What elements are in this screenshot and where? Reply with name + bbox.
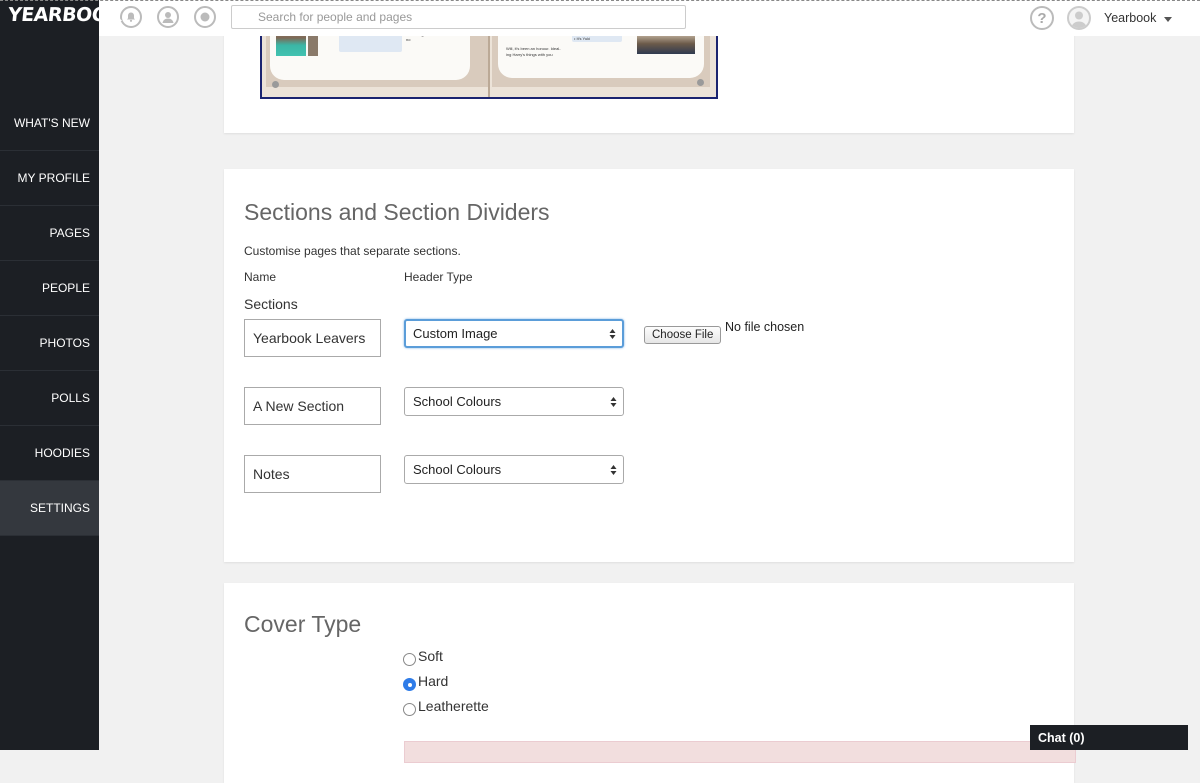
sidebar-item-polls[interactable]: POLLS — [0, 371, 99, 426]
radio-button[interactable] — [403, 653, 416, 666]
file-status-text: No file chosen — [725, 320, 805, 334]
section-name-input[interactable] — [244, 387, 381, 425]
select-arrows-icon — [610, 396, 617, 407]
header-type-select[interactable]: Custom Image — [404, 319, 624, 348]
choose-file-button[interactable]: Choose File — [644, 326, 722, 344]
section-name-input[interactable] — [244, 319, 381, 357]
section-name-input[interactable] — [244, 455, 381, 493]
cover-type-card: Cover Type Soft Hard Leatherette — [224, 583, 1076, 783]
help-icon[interactable]: ? — [1030, 6, 1054, 30]
radio-label: Hard — [418, 673, 449, 689]
sidebar-item-pages[interactable]: PAGES — [0, 206, 99, 261]
sidebar: YEARBOOK WHAT'S NEW MY PROFILE PAGES PEO… — [0, 0, 123, 750]
header-type-select[interactable]: School Colours — [404, 387, 624, 416]
user-avatar-icon[interactable] — [1067, 6, 1091, 30]
sections-group-label: Sections — [244, 296, 298, 312]
select-arrows-icon — [609, 328, 616, 339]
radio-label: Soft — [418, 648, 443, 664]
sidebar-nav: WHAT'S NEW MY PROFILE PAGES PEOPLE PHOTO… — [0, 96, 99, 536]
top-header: ? Yearbook — [99, 0, 1200, 36]
cover-type-title: Cover Type — [244, 611, 362, 637]
radio-button-checked[interactable] — [403, 678, 416, 691]
radio-button[interactable] — [403, 703, 416, 716]
chat-tab[interactable]: Chat (0) — [1030, 725, 1188, 750]
cover-option-leatherette[interactable]: Leatherette — [403, 698, 489, 716]
logo[interactable]: YEARBOOK — [7, 4, 123, 26]
sidebar-item-my-profile[interactable]: MY PROFILE — [0, 151, 99, 206]
sidebar-item-whats-new[interactable]: WHAT'S NEW — [0, 96, 99, 151]
chevron-down-icon[interactable] — [1164, 17, 1172, 22]
bell-icon[interactable] — [120, 6, 142, 28]
sidebar-item-settings[interactable]: SETTINGS — [0, 481, 99, 536]
sections-card: Sections and Section Dividers Customise … — [224, 169, 1074, 562]
select-arrows-icon — [610, 464, 617, 475]
column-label-name: Name — [244, 270, 277, 284]
search-input[interactable] — [231, 5, 686, 29]
top-border — [0, 0, 1200, 2]
section-description: Customise pages that separate sections. — [244, 244, 461, 258]
column-label-header-type: Header Type — [404, 270, 473, 284]
preview-card: JaneGot a dogno Something's for the hall… — [224, 20, 1074, 133]
profile-icon[interactable] — [157, 6, 179, 28]
sidebar-item-photos[interactable]: PHOTOS — [0, 316, 99, 371]
select-value: Custom Image — [413, 326, 498, 341]
select-value: School Colours — [413, 394, 502, 409]
user-menu-label[interactable]: Yearbook — [1104, 11, 1156, 25]
select-value: School Colours — [413, 462, 502, 477]
sidebar-item-people[interactable]: PEOPLE — [0, 261, 99, 316]
header-type-select[interactable]: School Colours — [404, 455, 624, 484]
sidebar-item-hoodies[interactable]: HOODIES — [0, 426, 99, 481]
radio-label: Leatherette — [418, 698, 489, 714]
cover-option-hard[interactable]: Hard — [403, 673, 449, 691]
alert-box — [404, 741, 1076, 763]
chat-bubble-icon[interactable] — [194, 6, 216, 28]
cover-option-soft[interactable]: Soft — [403, 648, 443, 666]
section-title: Sections and Section Dividers — [244, 199, 550, 225]
